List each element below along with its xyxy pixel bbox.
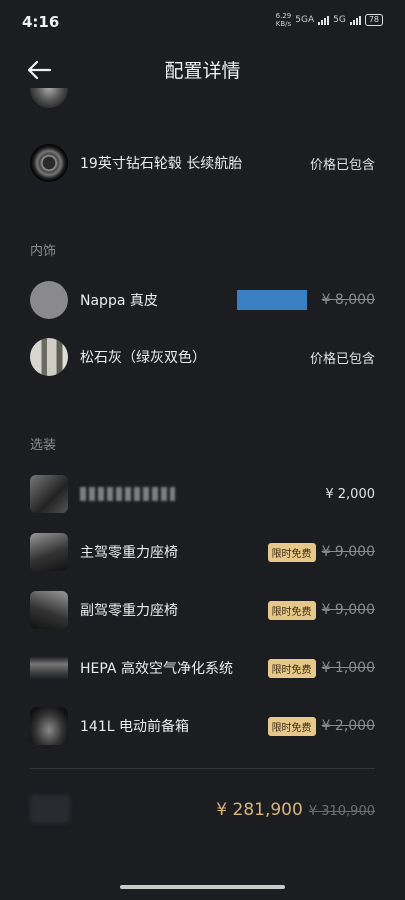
wheel-icon — [30, 144, 68, 182]
swatch-grey — [30, 281, 68, 319]
nav-header: 配置详情 — [0, 48, 405, 92]
item-price: 价格已包含 — [309, 351, 375, 367]
item-price: ¥ 2,000 — [325, 486, 375, 502]
item-price: 价格已包含 — [309, 157, 375, 173]
item-thumbnail — [30, 88, 68, 108]
promo-badge: 限时免费 — [267, 716, 316, 736]
list-item-option: HEPA 高效空气净化系统 限时免费 ¥ 1,000 — [0, 643, 405, 693]
list-item-partial — [0, 88, 405, 124]
item-label: 141L 电动前备箱 — [80, 719, 189, 735]
item-price: ¥ 1,000 — [321, 659, 375, 676]
redacted-label — [80, 487, 175, 501]
list-item-wheels: 19英寸钻石轮毂 长续航胎 价格已包含 — [0, 138, 405, 188]
promo-badge: 限时免费 — [267, 542, 316, 562]
list-item-nappa: Nappa 真皮 ¥ 8,000 — [0, 275, 405, 325]
section-title-options: 选装 — [30, 438, 57, 453]
highlight-mark — [237, 290, 307, 310]
signal-icon — [318, 15, 330, 25]
list-item-option: 141L 电动前备箱 限时免费 ¥ 2,000 — [0, 701, 405, 751]
item-label: 19英寸钻石轮毂 长续航胎 — [80, 156, 243, 172]
list-item-option: 主驾零重力座椅 限时免费 ¥ 9,000 — [0, 527, 405, 577]
item-label: 主驾零重力座椅 — [80, 545, 178, 561]
filter-thumbnail — [30, 649, 68, 687]
promo-badge: 限时免费 — [267, 600, 316, 620]
option-thumbnail — [30, 475, 68, 513]
trunk-thumbnail — [30, 707, 68, 745]
item-label: 松石灰（绿灰双色） — [80, 350, 206, 366]
item-label: HEPA 高效空气净化系统 — [80, 661, 233, 677]
item-price: ¥ 9,000 — [321, 543, 375, 560]
page-title: 配置详情 — [164, 60, 241, 82]
battery-icon: 78 — [364, 14, 383, 26]
seat-thumbnail — [30, 591, 68, 629]
net-speed: 6.29 KB/s — [275, 12, 292, 28]
item-price-group: 限时免费 ¥ 9,000 — [267, 542, 375, 562]
list-item-option: 副驾零重力座椅 限时免费 ¥ 9,000 — [0, 585, 405, 635]
status-bar: 4:16 6.29 KB/s 5GA 5G 78 — [0, 0, 405, 40]
swatch-two-tone — [30, 338, 68, 376]
total-price-group: ¥ 281,900 ¥ 310,900 — [216, 800, 375, 820]
item-label: 副驾零重力座椅 — [80, 603, 178, 619]
item-price-group: 限时免费 ¥ 1,000 — [267, 658, 375, 678]
seat-thumbnail — [30, 533, 68, 571]
section-title-interior: 内饰 — [30, 244, 57, 259]
signal-icon-2 — [349, 15, 361, 25]
item-label: Nappa 真皮 — [80, 293, 158, 309]
promo-badge: 限时免费 — [267, 658, 316, 678]
home-indicator[interactable] — [120, 885, 285, 889]
original-total-price: ¥ 310,900 — [308, 804, 375, 819]
status-time: 4:16 — [22, 13, 60, 31]
item-price-group: 限时免费 ¥ 2,000 — [267, 716, 375, 736]
item-price-group: 限时免费 ¥ 9,000 — [267, 600, 375, 620]
item-price: ¥ 2,000 — [321, 717, 375, 734]
item-price: ¥ 8,000 — [321, 292, 375, 308]
network-type-2: 5G — [333, 15, 346, 25]
list-item-color: 松石灰（绿灰双色） 价格已包含 — [0, 332, 405, 382]
footer-thumbnail — [30, 795, 70, 823]
item-price: ¥ 9,000 — [321, 601, 375, 618]
list-item-option: ¥ 2,000 — [0, 469, 405, 519]
total-price: ¥ 281,900 — [216, 800, 303, 820]
status-icons: 6.29 KB/s 5GA 5G 78 — [276, 12, 383, 28]
network-type-1: 5GA — [295, 15, 315, 25]
divider — [30, 768, 375, 769]
